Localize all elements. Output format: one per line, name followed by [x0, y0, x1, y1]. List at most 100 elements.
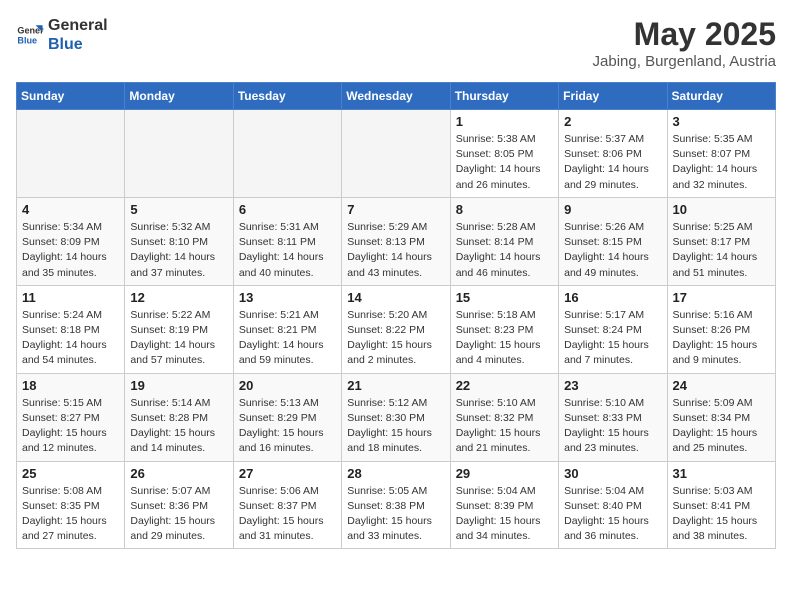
day-info: Sunrise: 5:29 AM Sunset: 8:13 PM Dayligh… — [347, 220, 444, 281]
day-info: Sunrise: 5:04 AM Sunset: 8:40 PM Dayligh… — [564, 484, 661, 545]
day-info: Sunrise: 5:37 AM Sunset: 8:06 PM Dayligh… — [564, 132, 661, 193]
day-number: 17 — [673, 290, 770, 305]
day-number: 29 — [456, 466, 553, 481]
day-info: Sunrise: 5:20 AM Sunset: 8:22 PM Dayligh… — [347, 308, 444, 369]
calendar-cell: 19 Sunrise: 5:14 AM Sunset: 8:28 PM Dayli… — [125, 373, 233, 461]
calendar-cell: 2Sunrise: 5:37 AM Sunset: 8:06 PM Daylig… — [559, 110, 667, 198]
calendar-cell: 4Sunrise: 5:34 AM Sunset: 8:09 PM Daylig… — [17, 197, 125, 285]
day-number: 16 — [564, 290, 661, 305]
day-info: Sunrise: 5:12 AM Sunset: 8:30 PM Dayligh… — [347, 396, 444, 457]
dow-header-monday: Monday — [125, 83, 233, 110]
day-info: Sunrise: 5:04 AM Sunset: 8:39 PM Dayligh… — [456, 484, 553, 545]
day-info: Sunrise: 5:10 AM Sunset: 8:32 PM Dayligh… — [456, 396, 553, 457]
calendar-cell: 26Sunrise: 5:07 AM Sunset: 8:36 PM Dayli… — [125, 461, 233, 549]
calendar-cell — [17, 110, 125, 198]
calendar-cell — [342, 110, 450, 198]
calendar-cell: 25Sunrise: 5:08 AM Sunset: 8:35 PM Dayli… — [17, 461, 125, 549]
svg-text:Blue: Blue — [17, 36, 37, 46]
calendar-cell: 20 Sunrise: 5:13 AM Sunset: 8:29 PM Dayli… — [233, 373, 341, 461]
calendar-cell: 9 Sunrise: 5:26 AM Sunset: 8:15 PM Daylig… — [559, 197, 667, 285]
calendar-cell: 31 Sunrise: 5:03 AM Sunset: 8:41 PM Dayli… — [667, 461, 775, 549]
day-info: Sunrise: 5:10 AM Sunset: 8:33 PM Dayligh… — [564, 396, 661, 457]
calendar-header-row: SundayMondayTuesdayWednesdayThursdayFrid… — [17, 83, 776, 110]
dow-header-sunday: Sunday — [17, 83, 125, 110]
page-header: General Blue General Blue May 2025 Jabin… — [16, 16, 776, 70]
day-number: 21 — [347, 378, 444, 393]
day-number: 28 — [347, 466, 444, 481]
day-number: 9 — [564, 202, 661, 217]
day-info: Sunrise: 5:09 AM Sunset: 8:34 PM Dayligh… — [673, 396, 770, 457]
day-info: Sunrise: 5:31 AM Sunset: 8:11 PM Dayligh… — [239, 220, 336, 281]
day-info: Sunrise: 5:22 AM Sunset: 8:19 PM Dayligh… — [130, 308, 227, 369]
day-number: 15 — [456, 290, 553, 305]
day-number: 23 — [564, 378, 661, 393]
calendar-cell: 21 Sunrise: 5:12 AM Sunset: 8:30 PM Dayli… — [342, 373, 450, 461]
day-number: 1 — [456, 114, 553, 129]
day-number: 7 — [347, 202, 444, 217]
day-number: 27 — [239, 466, 336, 481]
day-number: 19 — [130, 378, 227, 393]
calendar-cell: 24 Sunrise: 5:09 AM Sunset: 8:34 PM Dayli… — [667, 373, 775, 461]
calendar-cell: 22 Sunrise: 5:10 AM Sunset: 8:32 PM Dayli… — [450, 373, 558, 461]
calendar-cell: 23 Sunrise: 5:10 AM Sunset: 8:33 PM Dayli… — [559, 373, 667, 461]
day-number: 8 — [456, 202, 553, 217]
calendar-cell: 11Sunrise: 5:24 AM Sunset: 8:18 PM Dayli… — [17, 285, 125, 373]
title-block: May 2025 Jabing, Burgenland, Austria — [593, 16, 776, 70]
dow-header-friday: Friday — [559, 83, 667, 110]
day-info: Sunrise: 5:25 AM Sunset: 8:17 PM Dayligh… — [673, 220, 770, 281]
calendar-cell: 17 Sunrise: 5:16 AM Sunset: 8:26 PM Dayli… — [667, 285, 775, 373]
day-info: Sunrise: 5:17 AM Sunset: 8:24 PM Dayligh… — [564, 308, 661, 369]
day-info: Sunrise: 5:05 AM Sunset: 8:38 PM Dayligh… — [347, 484, 444, 545]
day-number: 20 — [239, 378, 336, 393]
day-number: 31 — [673, 466, 770, 481]
day-number: 12 — [130, 290, 227, 305]
day-info: Sunrise: 5:35 AM Sunset: 8:07 PM Dayligh… — [673, 132, 770, 193]
day-info: Sunrise: 5:38 AM Sunset: 8:05 PM Dayligh… — [456, 132, 553, 193]
day-number: 11 — [22, 290, 119, 305]
day-info: Sunrise: 5:32 AM Sunset: 8:10 PM Dayligh… — [130, 220, 227, 281]
day-info: Sunrise: 5:03 AM Sunset: 8:41 PM Dayligh… — [673, 484, 770, 545]
day-info: Sunrise: 5:14 AM Sunset: 8:28 PM Dayligh… — [130, 396, 227, 457]
day-info: Sunrise: 5:06 AM Sunset: 8:37 PM Dayligh… — [239, 484, 336, 545]
calendar-cell: 30Sunrise: 5:04 AM Sunset: 8:40 PM Dayli… — [559, 461, 667, 549]
day-number: 24 — [673, 378, 770, 393]
day-number: 6 — [239, 202, 336, 217]
calendar-cell: 28 Sunrise: 5:05 AM Sunset: 8:38 PM Dayli… — [342, 461, 450, 549]
calendar-week-row: 18 Sunrise: 5:15 AM Sunset: 8:27 PM Dayli… — [17, 373, 776, 461]
day-number: 14 — [347, 290, 444, 305]
calendar-week-row: 25Sunrise: 5:08 AM Sunset: 8:35 PM Dayli… — [17, 461, 776, 549]
dow-header-tuesday: Tuesday — [233, 83, 341, 110]
day-number: 5 — [130, 202, 227, 217]
day-number: 22 — [456, 378, 553, 393]
day-info: Sunrise: 5:08 AM Sunset: 8:35 PM Dayligh… — [22, 484, 119, 545]
dow-header-wednesday: Wednesday — [342, 83, 450, 110]
calendar-week-row: 1 Sunrise: 5:38 AM Sunset: 8:05 PM Daylig… — [17, 110, 776, 198]
calendar-cell: 18 Sunrise: 5:15 AM Sunset: 8:27 PM Dayli… — [17, 373, 125, 461]
calendar-cell: 27 Sunrise: 5:06 AM Sunset: 8:37 PM Dayli… — [233, 461, 341, 549]
day-number: 13 — [239, 290, 336, 305]
calendar-cell: 12 Sunrise: 5:22 AM Sunset: 8:19 PM Dayli… — [125, 285, 233, 373]
calendar-table: SundayMondayTuesdayWednesdayThursdayFrid… — [16, 82, 776, 549]
dow-header-thursday: Thursday — [450, 83, 558, 110]
calendar-cell: 1 Sunrise: 5:38 AM Sunset: 8:05 PM Daylig… — [450, 110, 558, 198]
calendar-body: 1 Sunrise: 5:38 AM Sunset: 8:05 PM Daylig… — [17, 110, 776, 549]
calendar-cell: 13Sunrise: 5:21 AM Sunset: 8:21 PM Dayli… — [233, 285, 341, 373]
calendar-cell: 14 Sunrise: 5:20 AM Sunset: 8:22 PM Dayli… — [342, 285, 450, 373]
day-info: Sunrise: 5:15 AM Sunset: 8:27 PM Dayligh… — [22, 396, 119, 457]
day-info: Sunrise: 5:16 AM Sunset: 8:26 PM Dayligh… — [673, 308, 770, 369]
calendar-cell: 8 Sunrise: 5:28 AM Sunset: 8:14 PM Daylig… — [450, 197, 558, 285]
logo-icon: General Blue — [16, 21, 44, 49]
calendar-cell: 16 Sunrise: 5:17 AM Sunset: 8:24 PM Dayli… — [559, 285, 667, 373]
day-info: Sunrise: 5:28 AM Sunset: 8:14 PM Dayligh… — [456, 220, 553, 281]
calendar-cell — [233, 110, 341, 198]
calendar-cell: 3Sunrise: 5:35 AM Sunset: 8:07 PM Daylig… — [667, 110, 775, 198]
day-info: Sunrise: 5:13 AM Sunset: 8:29 PM Dayligh… — [239, 396, 336, 457]
calendar-cell: 29 Sunrise: 5:04 AM Sunset: 8:39 PM Dayli… — [450, 461, 558, 549]
calendar-cell: 15Sunrise: 5:18 AM Sunset: 8:23 PM Dayli… — [450, 285, 558, 373]
calendar-cell — [125, 110, 233, 198]
day-info: Sunrise: 5:26 AM Sunset: 8:15 PM Dayligh… — [564, 220, 661, 281]
day-number: 18 — [22, 378, 119, 393]
calendar-cell: 10Sunrise: 5:25 AM Sunset: 8:17 PM Dayli… — [667, 197, 775, 285]
calendar-cell: 7 Sunrise: 5:29 AM Sunset: 8:13 PM Daylig… — [342, 197, 450, 285]
calendar-week-row: 4Sunrise: 5:34 AM Sunset: 8:09 PM Daylig… — [17, 197, 776, 285]
